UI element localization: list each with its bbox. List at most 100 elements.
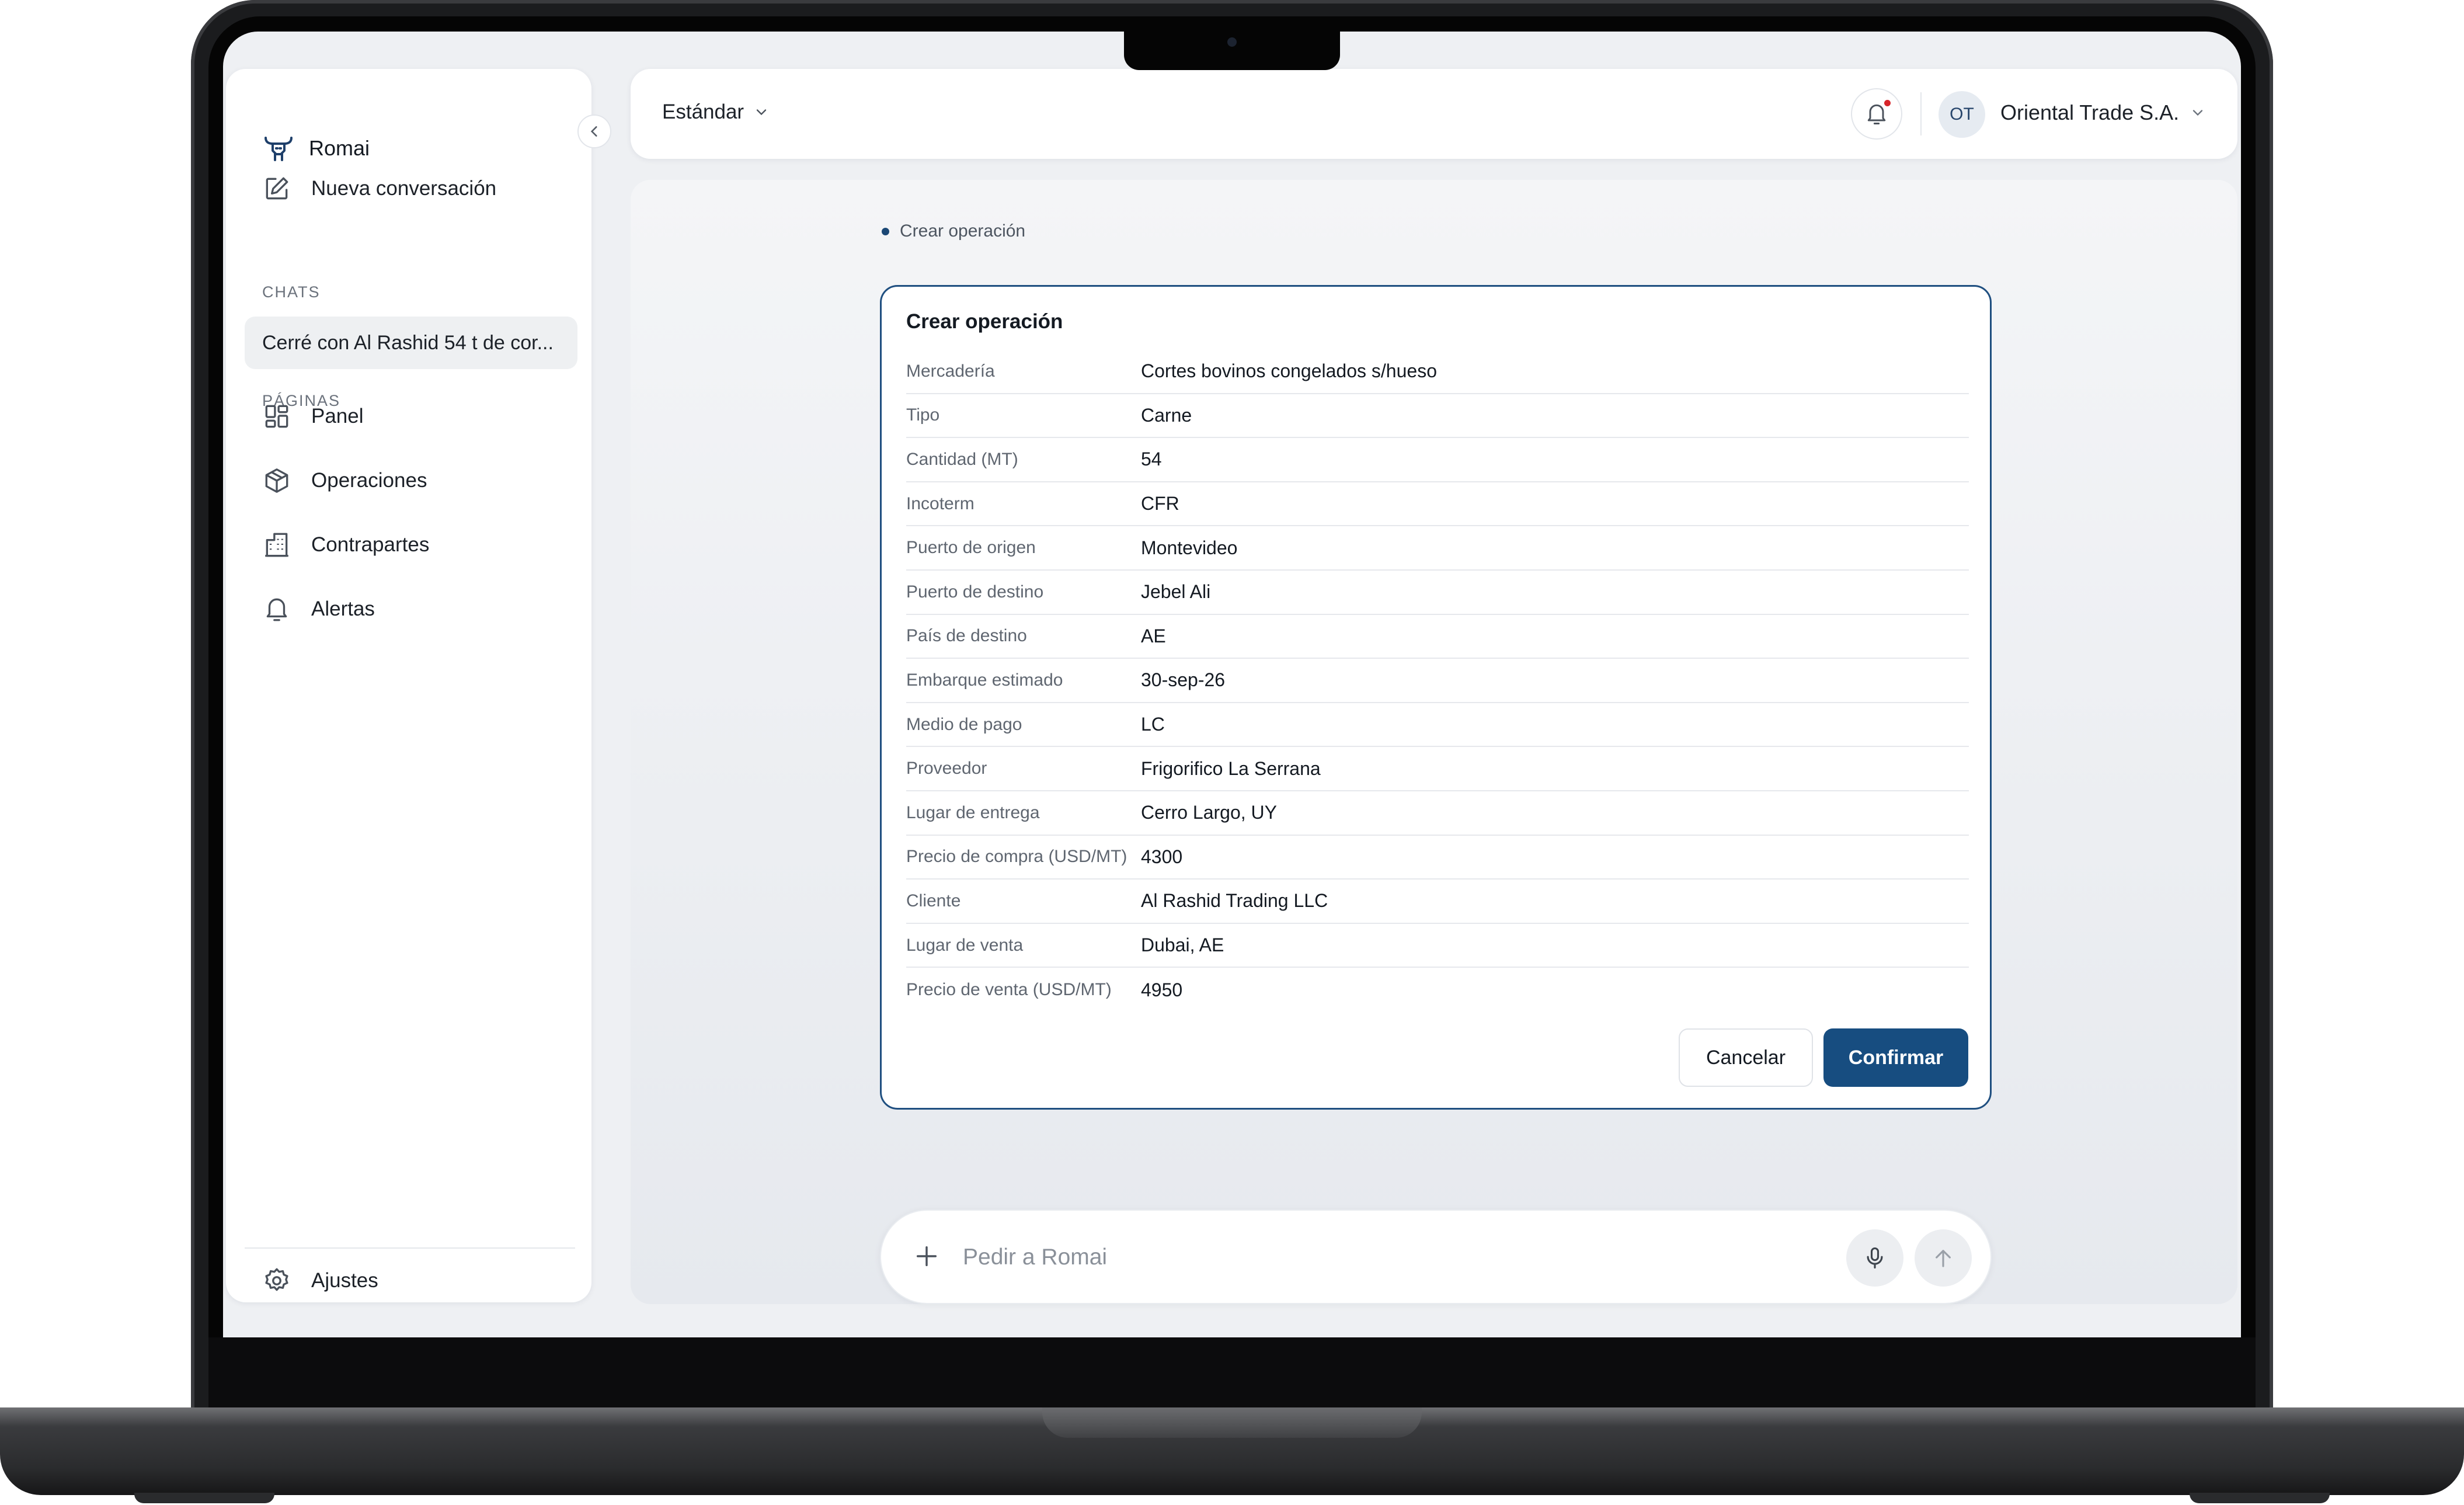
field-row: Puerto de destino Jebel Ali <box>906 571 1969 615</box>
camera-icon <box>1227 37 1237 47</box>
mode-selector[interactable]: Estándar <box>662 100 770 124</box>
field-value: 30-sep-26 <box>1141 669 1226 691</box>
laptop-hinge <box>1042 1407 1422 1438</box>
sidebar-item-label: Operaciones <box>311 469 427 492</box>
field-row: Lugar de entrega Cerro Largo, UY <box>906 791 1969 836</box>
sidebar-item-alertas[interactable]: Alertas <box>262 595 375 624</box>
field-label: Puerto de destino <box>906 582 1044 602</box>
field-row: Incoterm CFR <box>906 482 1969 527</box>
plus-icon <box>916 1246 937 1267</box>
sidebar-item-label: Panel <box>311 405 364 427</box>
bull-logo-icon <box>265 137 293 161</box>
card-title: Crear operación <box>906 310 1063 333</box>
prompt-input[interactable] <box>962 1238 1781 1277</box>
field-label: Mercadería <box>906 361 995 381</box>
field-label: Tipo <box>906 405 940 425</box>
field-label: Incoterm <box>906 493 975 513</box>
brand-name: Romai <box>309 136 370 160</box>
field-value: 4950 <box>1141 979 1183 1000</box>
operation-fields: Mercadería Cortes bovinos congelados s/hu… <box>906 350 1969 1012</box>
status-text: Crear operación <box>900 221 1026 241</box>
create-operation-card: Crear operación Mercadería Cortes bovinos… <box>880 285 1992 1110</box>
field-label: Proveedor <box>906 759 987 778</box>
notification-dot <box>1884 100 1891 106</box>
field-row: Mercadería Cortes bovinos congelados s/hu… <box>906 350 1969 394</box>
sidebar-item-operaciones[interactable]: Operaciones <box>262 466 427 495</box>
laptop-foot <box>2190 1493 2330 1503</box>
gear-icon <box>265 1268 288 1291</box>
confirm-button[interactable]: Confirmar <box>1823 1028 1968 1087</box>
chats-heading: CHATS <box>262 283 321 301</box>
field-label: Embarque estimado <box>906 670 1063 690</box>
field-value: Jebel Ali <box>1141 581 1211 603</box>
sidebar-item-contrapartes[interactable]: Contrapartes <box>262 530 429 559</box>
field-row: Puerto de origen Montevideo <box>906 526 1969 571</box>
chevron-left-icon <box>590 126 597 137</box>
attach-button[interactable] <box>911 1241 942 1271</box>
field-value: Cerro Largo, UY <box>1141 802 1277 823</box>
arrow-up-icon <box>1936 1250 1951 1267</box>
field-value: Cortes bovinos congelados s/hueso <box>1141 360 1437 382</box>
send-button[interactable] <box>1915 1229 1972 1287</box>
microphone-icon <box>1867 1247 1883 1269</box>
chevron-down-icon <box>2192 110 2203 116</box>
laptop-chin <box>208 1337 2256 1407</box>
sidebar-divider <box>245 1247 575 1249</box>
field-label: Medio de pago <box>906 714 1022 734</box>
field-value: LC <box>1141 714 1165 735</box>
sidebar-item-label: Contrapartes <box>311 533 430 556</box>
field-label: Precio de compra (USD/MT) <box>906 847 1127 867</box>
field-row: Cantidad (MT) 54 <box>906 438 1969 482</box>
chevron-down-icon <box>756 109 767 116</box>
settings-label: Ajustes <box>311 1269 378 1292</box>
mode-label: Estándar <box>662 100 744 123</box>
field-value: Dubai, AE <box>1141 934 1224 956</box>
sidebar: Romai Nueva conversación CHATS Cerré con… <box>226 69 591 1302</box>
sidebar-item-panel[interactable]: Panel <box>262 402 364 431</box>
camera-notch <box>1124 32 1340 70</box>
topbar-divider <box>1920 92 1922 135</box>
chat-item[interactable]: Cerré con Al Rashid 54 t de cor... <box>245 317 577 369</box>
field-value: Montevideo <box>1141 537 1238 558</box>
field-value: 54 <box>1141 449 1162 470</box>
avatar[interactable]: OT <box>1939 91 1985 138</box>
org-name: Oriental Trade S.A. <box>2000 100 2180 124</box>
new-chat-label: Nueva conversación <box>311 177 497 200</box>
field-label: Lugar de entrega <box>906 802 1040 822</box>
brand[interactable]: Romai <box>262 133 370 164</box>
building-icon <box>265 533 288 557</box>
account-menu[interactable]: Oriental Trade S.A. <box>2000 100 2206 125</box>
notifications-button[interactable] <box>1851 88 1902 140</box>
field-value: AE <box>1141 625 1166 647</box>
new-chat-button[interactable]: Nueva conversación <box>262 174 496 203</box>
field-value: 4300 <box>1141 846 1183 867</box>
field-label: Precio de venta (USD/MT) <box>906 980 1112 1000</box>
message-composer <box>880 1209 1992 1304</box>
field-label: Lugar de venta <box>906 935 1024 955</box>
field-row: Medio de pago LC <box>906 703 1969 748</box>
laptop-foot <box>134 1493 274 1503</box>
package-icon <box>265 468 288 493</box>
field-label: Puerto de origen <box>906 538 1036 558</box>
bell-icon <box>266 598 287 621</box>
voice-input-button[interactable] <box>1846 1229 1903 1287</box>
field-row: Tipo Carne <box>906 394 1969 439</box>
field-value: Frigorifico La Serrana <box>1141 757 1321 779</box>
tool-status: Crear operación <box>882 221 1025 241</box>
field-value: Al Rashid Trading LLC <box>1141 890 1328 912</box>
chat-item-label: Cerré con Al Rashid 54 t de cor... <box>262 331 554 354</box>
field-row: Precio de compra (USD/MT) 4300 <box>906 836 1969 880</box>
field-label: Cantidad (MT) <box>906 449 1018 469</box>
chat-area: Crear operación Crear operación Mercader… <box>631 180 2237 1304</box>
field-label: País de destino <box>906 626 1027 646</box>
cancel-button[interactable]: Cancelar <box>1679 1028 1813 1087</box>
field-row: Precio de venta (USD/MT) 4950 <box>906 968 1969 1012</box>
field-value: CFR <box>1141 493 1179 515</box>
field-value: Carne <box>1141 404 1192 426</box>
collapse-sidebar-button[interactable] <box>577 114 611 148</box>
field-row: País de destino AE <box>906 615 1969 659</box>
grid-icon <box>265 405 288 428</box>
settings-button[interactable]: Ajustes <box>262 1266 378 1295</box>
field-row: Cliente Al Rashid Trading LLC <box>906 880 1969 924</box>
top-bar: Estándar OT Oriental Trade S.A. <box>631 69 2237 159</box>
